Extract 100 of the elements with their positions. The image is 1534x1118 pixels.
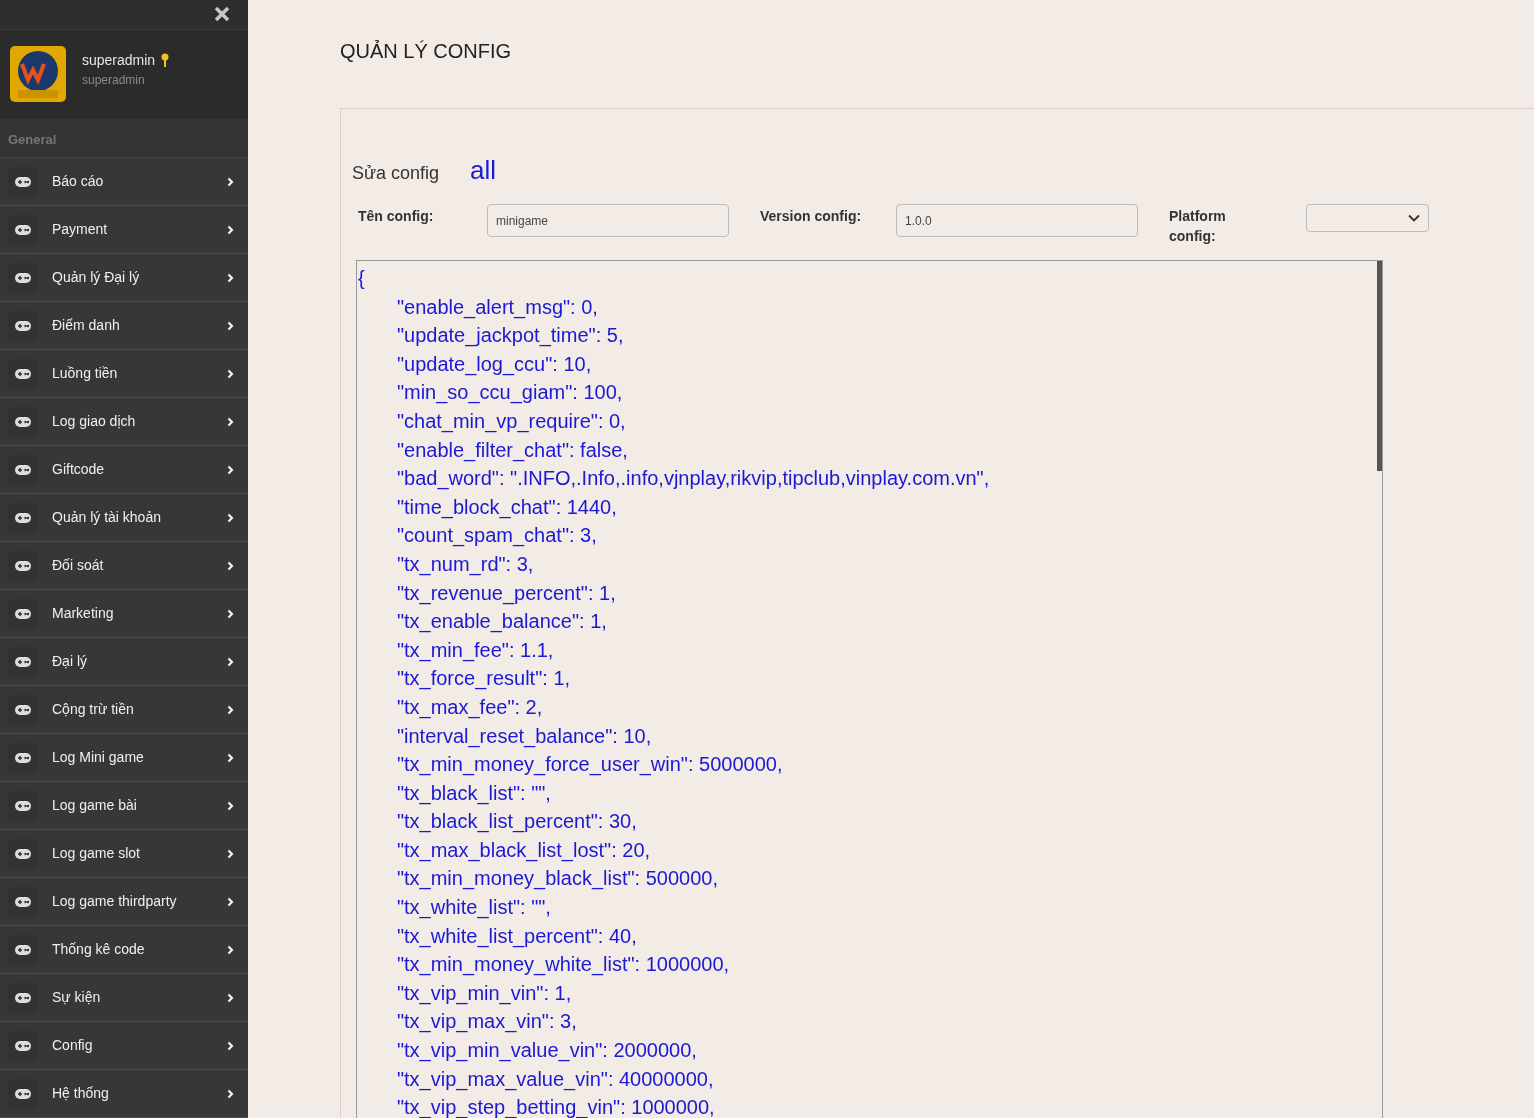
chevron-right-icon [227, 224, 234, 235]
chevron-right-icon [227, 1088, 234, 1099]
user-role: superadmin [82, 71, 146, 89]
gamepad-icon [15, 224, 31, 235]
chevron-right-icon [227, 752, 234, 763]
username: superadmin [82, 50, 156, 70]
code-line: "tx_num_rd": 3, [395, 551, 534, 578]
chevron-down-icon [1408, 214, 1420, 222]
gamepad-icon [15, 752, 31, 763]
sidebar-item[interactable]: Luồng tiền [0, 350, 248, 398]
code-line: "enable_alert_msg": 0, [395, 294, 598, 321]
code-line: "tx_vip_step_betting_vin": 1000000, [395, 1095, 715, 1118]
code-line: "tx_vip_min_vin": 1, [395, 980, 572, 1007]
code-line: "tx_min_fee": 1.1, [395, 637, 554, 664]
gamepad-icon [15, 1088, 31, 1099]
field-label: Tên config: [357, 207, 435, 226]
code-line: "tx_revenue_percent": 1, [395, 580, 616, 607]
chevron-right-icon [227, 800, 234, 811]
sidebar-item[interactable]: Log giao dịch [0, 398, 248, 446]
code-line: "bad_word": ".INFO,.Info,.info,vjnplay,rikvip,tipclub,vinplay.com.vn", [395, 466, 990, 492]
gamepad-icon [15, 608, 31, 619]
sidebar-item[interactable]: Log game slot [0, 830, 248, 878]
code-line: "update_jackpot_time": 5, [395, 323, 624, 349]
field-label: Version config: [759, 207, 863, 226]
code-line: "tx_min_money_white_list": 1000000, [395, 952, 730, 978]
sidebar-item[interactable]: Config [0, 1022, 248, 1070]
gamepad-icon [15, 896, 31, 907]
code-line: "tx_vip_min_value_vin": 2000000, [395, 1038, 697, 1064]
code-line: "tx_black_list": "", [395, 780, 551, 807]
sidebar-item[interactable]: Quản lý tài khoản [0, 494, 248, 542]
sidebar-item[interactable]: Cộng trừ tiền [0, 686, 248, 734]
section-label: Sửa config [352, 162, 440, 185]
code-line: "enable_filter_chat": false, [395, 437, 628, 464]
gamepad-icon [15, 368, 31, 379]
chevron-right-icon [227, 656, 234, 667]
code-line: "tx_min_money_black_list": 500000, [395, 866, 718, 892]
sidebar-item[interactable]: Đại lý [0, 638, 248, 686]
code-line: "tx_white_list": "", [395, 895, 551, 921]
chevron-right-icon [227, 512, 234, 523]
gamepad-icon [15, 944, 31, 955]
chevron-right-icon [227, 560, 234, 571]
chevron-right-icon [227, 176, 234, 187]
code-line: "tx_max_fee": 2, [395, 694, 543, 721]
code-line: { [358, 266, 365, 291]
gamepad-icon [15, 320, 31, 331]
gamepad-icon [15, 464, 31, 475]
version-field[interactable]: 1.0.0 [896, 204, 1138, 237]
code-line: "tx_force_result": 1, [395, 666, 571, 692]
sidebar-item[interactable]: Hệ thống [0, 1070, 248, 1118]
chevron-right-icon [227, 464, 234, 475]
chevron-right-icon [227, 272, 234, 283]
gamepad-icon [15, 272, 31, 283]
close-icon[interactable] [214, 6, 230, 23]
sidebar-item[interactable]: Payment [0, 206, 248, 254]
chevron-right-icon [227, 944, 234, 955]
gamepad-icon [15, 704, 31, 715]
gamepad-icon [15, 176, 31, 187]
sidebar-item[interactable]: Điểm danh [0, 302, 248, 350]
gamepad-icon [15, 848, 31, 859]
gamepad-icon [15, 992, 31, 1003]
sidebar-item[interactable]: Đối soát [0, 542, 248, 590]
code-line: "tx_enable_balance": 1, [395, 609, 607, 635]
code-line: "tx_max_black_list_lost": 20, [395, 837, 651, 864]
sidebar-item[interactable]: Quản lý Đại lý [0, 254, 248, 302]
chevron-right-icon [227, 704, 234, 715]
key-icon [161, 53, 170, 68]
chevron-right-icon [227, 896, 234, 907]
sidebar-item[interactable]: Giftcode [0, 446, 248, 494]
scrollbar[interactable] [1377, 261, 1382, 471]
page-title: QUẢN LÝ CONFIG [340, 39, 512, 64]
sidebar-item[interactable]: Thống kê code [0, 926, 248, 974]
logo-icon [10, 46, 66, 103]
gamepad-icon [15, 800, 31, 811]
chevron-right-icon [227, 848, 234, 859]
section-heading: General [8, 130, 57, 149]
sidebar-item[interactable]: Marketing [0, 590, 248, 638]
sidebar-item[interactable]: Sự kiện [0, 974, 248, 1022]
gamepad-icon [15, 416, 31, 427]
sidebar-item[interactable]: Báo cáo [0, 158, 248, 206]
code-line: "chat_min_vp_require": 0, [395, 408, 626, 435]
code-line: "tx_min_money_force_user_win": 5000000, [395, 752, 783, 778]
chevron-right-icon [227, 992, 234, 1003]
gamepad-icon [15, 656, 31, 667]
sidebar-item[interactable]: Log game thirdparty [0, 878, 248, 926]
code-line: "tx_white_list_percent": 40, [395, 923, 637, 950]
code-line: "time_block_chat": 1440, [395, 494, 617, 521]
code-line: "tx_black_list_percent": 30, [395, 809, 637, 835]
code-line: "tx_vip_max_value_vin": 40000000, [395, 1066, 714, 1093]
sidebar-item[interactable]: Log Mini game [0, 734, 248, 782]
chevron-right-icon [227, 608, 234, 619]
code-line: "count_spam_chat": 3, [395, 523, 597, 549]
name-field[interactable]: minigame [487, 204, 729, 237]
config-name-heading: all [470, 154, 497, 187]
chevron-right-icon [227, 416, 234, 427]
gamepad-icon [15, 512, 31, 523]
sidebar-item[interactable]: Log game bài [0, 782, 248, 830]
gamepad-icon [15, 560, 31, 571]
chevron-right-icon [227, 368, 234, 379]
gamepad-icon [15, 1040, 31, 1051]
field-label: Platform config: [1169, 207, 1227, 246]
